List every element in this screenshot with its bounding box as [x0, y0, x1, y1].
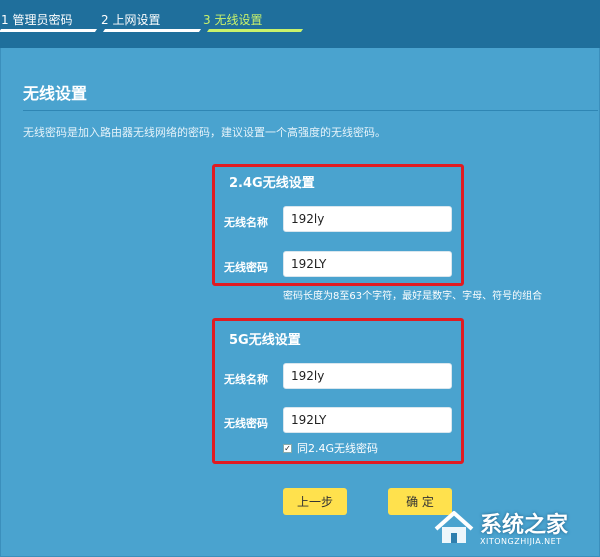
band5-title: 5G无线设置: [229, 333, 301, 348]
band24-password-input[interactable]: [283, 251, 452, 277]
step-progress-line-3: [206, 29, 304, 32]
page-description: 无线密码是加入路由器无线网络的密码，建议设置一个高强度的无线密码。: [23, 126, 386, 139]
step-progress-line-2: [102, 29, 202, 32]
watermark-url: XITONGZHIJIA.NET: [480, 537, 562, 546]
house-logo-icon: [434, 511, 474, 543]
step-progress-line-1: [0, 29, 98, 32]
steps-bar: 1 管理员密码 2 上网设置 3 无线设置: [0, 0, 600, 48]
page-title: 无线设置: [23, 84, 88, 103]
band5-name-label: 无线名称: [224, 373, 268, 386]
band24-title: 2.4G无线设置: [229, 176, 315, 191]
band5-password-label: 无线密码: [224, 417, 268, 430]
previous-step-button[interactable]: 上一步: [283, 488, 347, 515]
band24-name-input[interactable]: [283, 206, 452, 232]
same-password-checkbox[interactable]: ✓: [283, 443, 292, 453]
same-password-label: 同2.4G无线密码: [297, 442, 379, 455]
watermark-text: 系统之家: [480, 513, 569, 538]
title-divider: [23, 110, 598, 111]
watermark: 系统之家 XITONGZHIJIA.NET: [428, 505, 596, 553]
band24-name-label: 无线名称: [224, 216, 268, 229]
band5-password-input[interactable]: [283, 407, 452, 433]
step-admin-password[interactable]: 1 管理员密码: [1, 11, 72, 28]
password-hint: 密码长度为8至63个字符，最好是数字、字母、符号的组合: [283, 291, 543, 302]
same-password-row[interactable]: ✓ 同2.4G无线密码: [283, 440, 378, 456]
step-internet-settings[interactable]: 2 上网设置: [101, 11, 160, 28]
step-wireless-settings[interactable]: 3 无线设置: [203, 11, 262, 28]
band24-password-label: 无线密码: [224, 261, 268, 274]
band5-name-input[interactable]: [283, 363, 452, 389]
